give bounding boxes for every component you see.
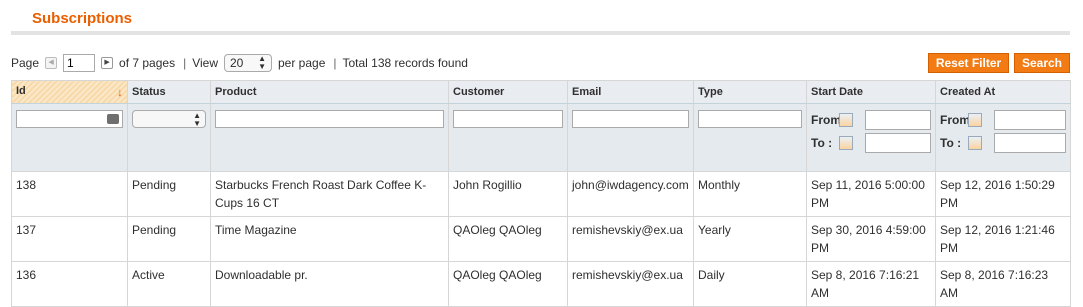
- cell-id: 137: [11, 216, 128, 262]
- from-label: From:: [811, 113, 845, 127]
- cell-created-at: Sep 12, 2016 1:21:46 PM: [935, 216, 1071, 262]
- cell-type: Monthly: [693, 171, 807, 217]
- per-page-select[interactable]: 20 ▲ ▼: [224, 54, 272, 72]
- table-row[interactable]: 138 Pending Starbucks French Roast Dark …: [11, 171, 1071, 217]
- view-label: View: [192, 56, 218, 70]
- pager-separator: |: [333, 56, 337, 70]
- reset-filter-button[interactable]: Reset Filter: [928, 53, 1009, 73]
- cell-id: 136: [11, 261, 128, 307]
- cell-status: Pending: [127, 171, 211, 217]
- email-filter-input[interactable]: [572, 110, 689, 128]
- table-row[interactable]: 136 Active Downloadable pr. QAOleg QAOle…: [11, 261, 1071, 307]
- cell-status: Active: [127, 261, 211, 307]
- filter-cell-id: [11, 103, 128, 172]
- type-filter-input[interactable]: [698, 110, 802, 128]
- cell-id: 138: [11, 171, 128, 217]
- column-header-status[interactable]: Status: [127, 80, 211, 104]
- column-header-id[interactable]: Id ↓: [11, 80, 128, 104]
- page-number-input[interactable]: [63, 54, 96, 72]
- filter-cell-start-date: From: To :: [806, 103, 936, 172]
- total-records: Total 138 records found: [342, 56, 468, 70]
- sort-desc-icon: ↓: [117, 85, 123, 99]
- status-filter-select[interactable]: ▲ ▼: [132, 110, 206, 128]
- column-header-customer[interactable]: Customer: [448, 80, 568, 104]
- cell-customer: QAOleg QAOleg: [448, 261, 568, 307]
- cell-start-date: Sep 11, 2016 5:00:00 PM: [806, 171, 936, 217]
- cell-email: remishevskiy@ex.ua: [567, 216, 694, 262]
- filter-cell-created-at: From: To :: [935, 103, 1071, 172]
- cell-start-date: Sep 30, 2016 4:59:00 PM: [806, 216, 936, 262]
- created-at-from-input[interactable]: [994, 110, 1066, 130]
- cell-type: Yearly: [693, 216, 807, 262]
- per-page-label: per page: [278, 56, 326, 70]
- filter-cell-status: ▲ ▼: [127, 103, 211, 172]
- start-date-from-input[interactable]: [865, 110, 931, 130]
- cell-email: john@iwdagency.com: [567, 171, 694, 217]
- filter-row: ▲ ▼ From: To : From: To :: [11, 103, 1071, 172]
- page-count: of 7 pages: [119, 56, 176, 70]
- filter-cell-type: [693, 103, 807, 172]
- cell-status: Pending: [127, 216, 211, 262]
- pager: Page ◀ ▶ of 7 pages | View 20 ▲▼ per pag…: [11, 52, 474, 74]
- cell-email: remishevskiy@ex.ua: [567, 261, 694, 307]
- title-divider: [11, 31, 1070, 35]
- column-header-start-date[interactable]: Start Date: [806, 80, 936, 104]
- select-arrows-icon: ▲ ▼: [193, 111, 201, 128]
- column-header-type[interactable]: Type: [693, 80, 807, 104]
- start-date-to-input[interactable]: [865, 133, 931, 153]
- calendar-icon[interactable]: [968, 136, 982, 150]
- column-headers: Id ↓ Status Product Customer Email Type S…: [11, 80, 1071, 104]
- cell-customer: John Rogillio: [448, 171, 568, 217]
- column-header-product[interactable]: Product: [210, 80, 449, 104]
- filter-cell-product: [210, 103, 449, 172]
- created-at-to-input[interactable]: [994, 133, 1066, 153]
- filter-cell-customer: [448, 103, 568, 172]
- to-label: To :: [940, 136, 962, 150]
- search-button[interactable]: Search: [1014, 53, 1070, 73]
- cell-type: Daily: [693, 261, 807, 307]
- calendar-icon[interactable]: [839, 113, 853, 127]
- page-label: Page: [11, 56, 40, 70]
- column-header-email[interactable]: Email: [567, 80, 694, 104]
- to-label: To :: [811, 136, 833, 150]
- calendar-icon[interactable]: [839, 136, 853, 150]
- cell-created-at: Sep 8, 2016 7:16:23 AM: [935, 261, 1071, 307]
- cell-product: Downloadable pr.: [210, 261, 449, 307]
- id-filter-input[interactable]: [16, 110, 123, 128]
- per-page-value: 20: [230, 56, 244, 70]
- prev-page-icon[interactable]: ◀: [45, 57, 58, 69]
- from-label: From:: [940, 113, 974, 127]
- filter-cell-email: [567, 103, 694, 172]
- next-page-icon[interactable]: ▶: [101, 57, 114, 69]
- cell-product: Starbucks French Roast Dark Coffee K-Cup…: [210, 171, 449, 217]
- table-row[interactable]: 137 Pending Time Magazine QAOleg QAOleg …: [11, 216, 1071, 262]
- select-arrows-icon: ▲ ▼: [258, 54, 266, 71]
- page-title: Subscriptions: [32, 10, 133, 27]
- cell-created-at: Sep 12, 2016 1:50:29 PM: [935, 171, 1071, 217]
- pager-separator: |: [183, 56, 187, 70]
- customer-filter-input[interactable]: [453, 110, 563, 128]
- cell-start-date: Sep 8, 2016 7:16:21 AM: [806, 261, 936, 307]
- column-header-created-at[interactable]: Created At: [935, 80, 1071, 104]
- cell-customer: QAOleg QAOleg: [448, 216, 568, 262]
- subscriptions-grid: Id ↓ Status Product Customer Email Type S…: [11, 80, 1071, 307]
- range-filter-icon: [107, 114, 119, 124]
- calendar-icon[interactable]: [968, 113, 982, 127]
- product-filter-input[interactable]: [215, 110, 444, 128]
- cell-product: Time Magazine: [210, 216, 449, 262]
